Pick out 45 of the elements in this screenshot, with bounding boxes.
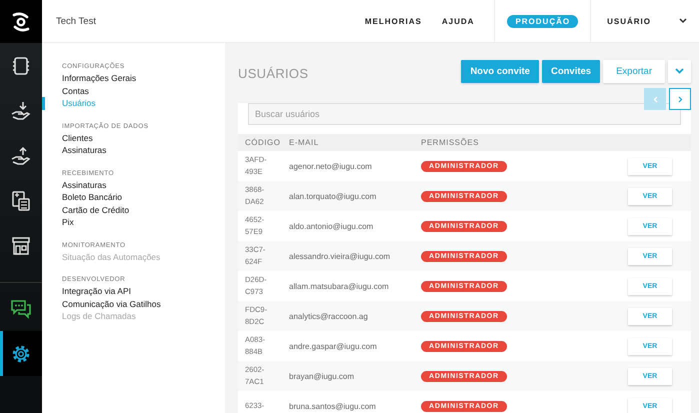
caret-icon: [675, 68, 684, 74]
table-cell-text: alessandro.vieira@iugu.com: [289, 252, 392, 260]
table-cell-text: aldo.antonio@iugu.com: [289, 222, 374, 230]
menu-item[interactable]: Pix: [42, 216, 225, 228]
toolbar-button[interactable]: Exportar: [603, 60, 665, 83]
page-title: USUÁRIOS: [238, 66, 308, 80]
calculator-icon: [12, 190, 30, 210]
menu-item[interactable]: Usuários: [42, 97, 225, 110]
store-icon: [11, 236, 31, 256]
search-field[interactable]: Buscar usuários: [248, 103, 681, 125]
menu-item[interactable]: Assinaturas: [42, 144, 225, 156]
table-cell-text: bruna.santos@iugu.com: [289, 402, 377, 410]
table-cell-text: brayan@iugu.com: [289, 372, 356, 380]
table-cell-text: agenor.neto@iugu.com: [289, 162, 373, 170]
menu-item[interactable]: Cartão de Crédito: [42, 204, 225, 216]
hand-down-arrow-icon: [11, 100, 31, 120]
caret-icon[interactable]: [679, 18, 687, 24]
toolbar-button[interactable]: Convites: [542, 60, 600, 83]
chevron-left-icon: [652, 96, 658, 102]
menu-item[interactable]: Clientes: [42, 132, 225, 144]
table-cell-text: analytics@raccoon.ag: [289, 312, 369, 320]
menu-item[interactable]: Assinaturas: [42, 178, 225, 191]
settings-button[interactable]: [0, 331, 42, 376]
toolbar-button[interactable]: Novo convite: [461, 60, 539, 83]
header-link[interactable]: MELHORIAS: [364, 16, 422, 26]
next-page-button[interactable]: [669, 88, 691, 110]
account-name: Tech Test: [56, 16, 96, 26]
column-header: E-MAIL: [289, 138, 320, 147]
menu-item[interactable]: Informações Gerais: [42, 72, 225, 84]
menu-item[interactable]: Boleto Bancário: [42, 191, 225, 204]
column-header: PERMISSÕES: [421, 138, 480, 147]
chevron-right-icon: [678, 96, 682, 102]
header-link[interactable]: AJUDA: [442, 16, 474, 26]
chip-icon: [12, 56, 30, 76]
table-cell-text: allam.matsubara@iugu.com: [289, 282, 390, 290]
chat-icon: [10, 298, 32, 318]
table-cell-text: andre.gaspar@iugu.com: [289, 342, 378, 350]
column-header: CÓDIGO: [244, 138, 282, 147]
menu-item[interactable]: Integração via API: [42, 285, 225, 298]
environment-badge: PRODUÇÃO: [507, 14, 578, 28]
hand-up-arrow-icon: [11, 146, 31, 166]
table-cell-text: alan.torquato@iugu.com: [289, 192, 378, 200]
menu-item[interactable]: Contas: [42, 84, 225, 97]
user-menu[interactable]: USUÁRIO: [607, 16, 651, 26]
menu-item[interactable]: Comunicação via Gatilhos: [42, 298, 225, 310]
